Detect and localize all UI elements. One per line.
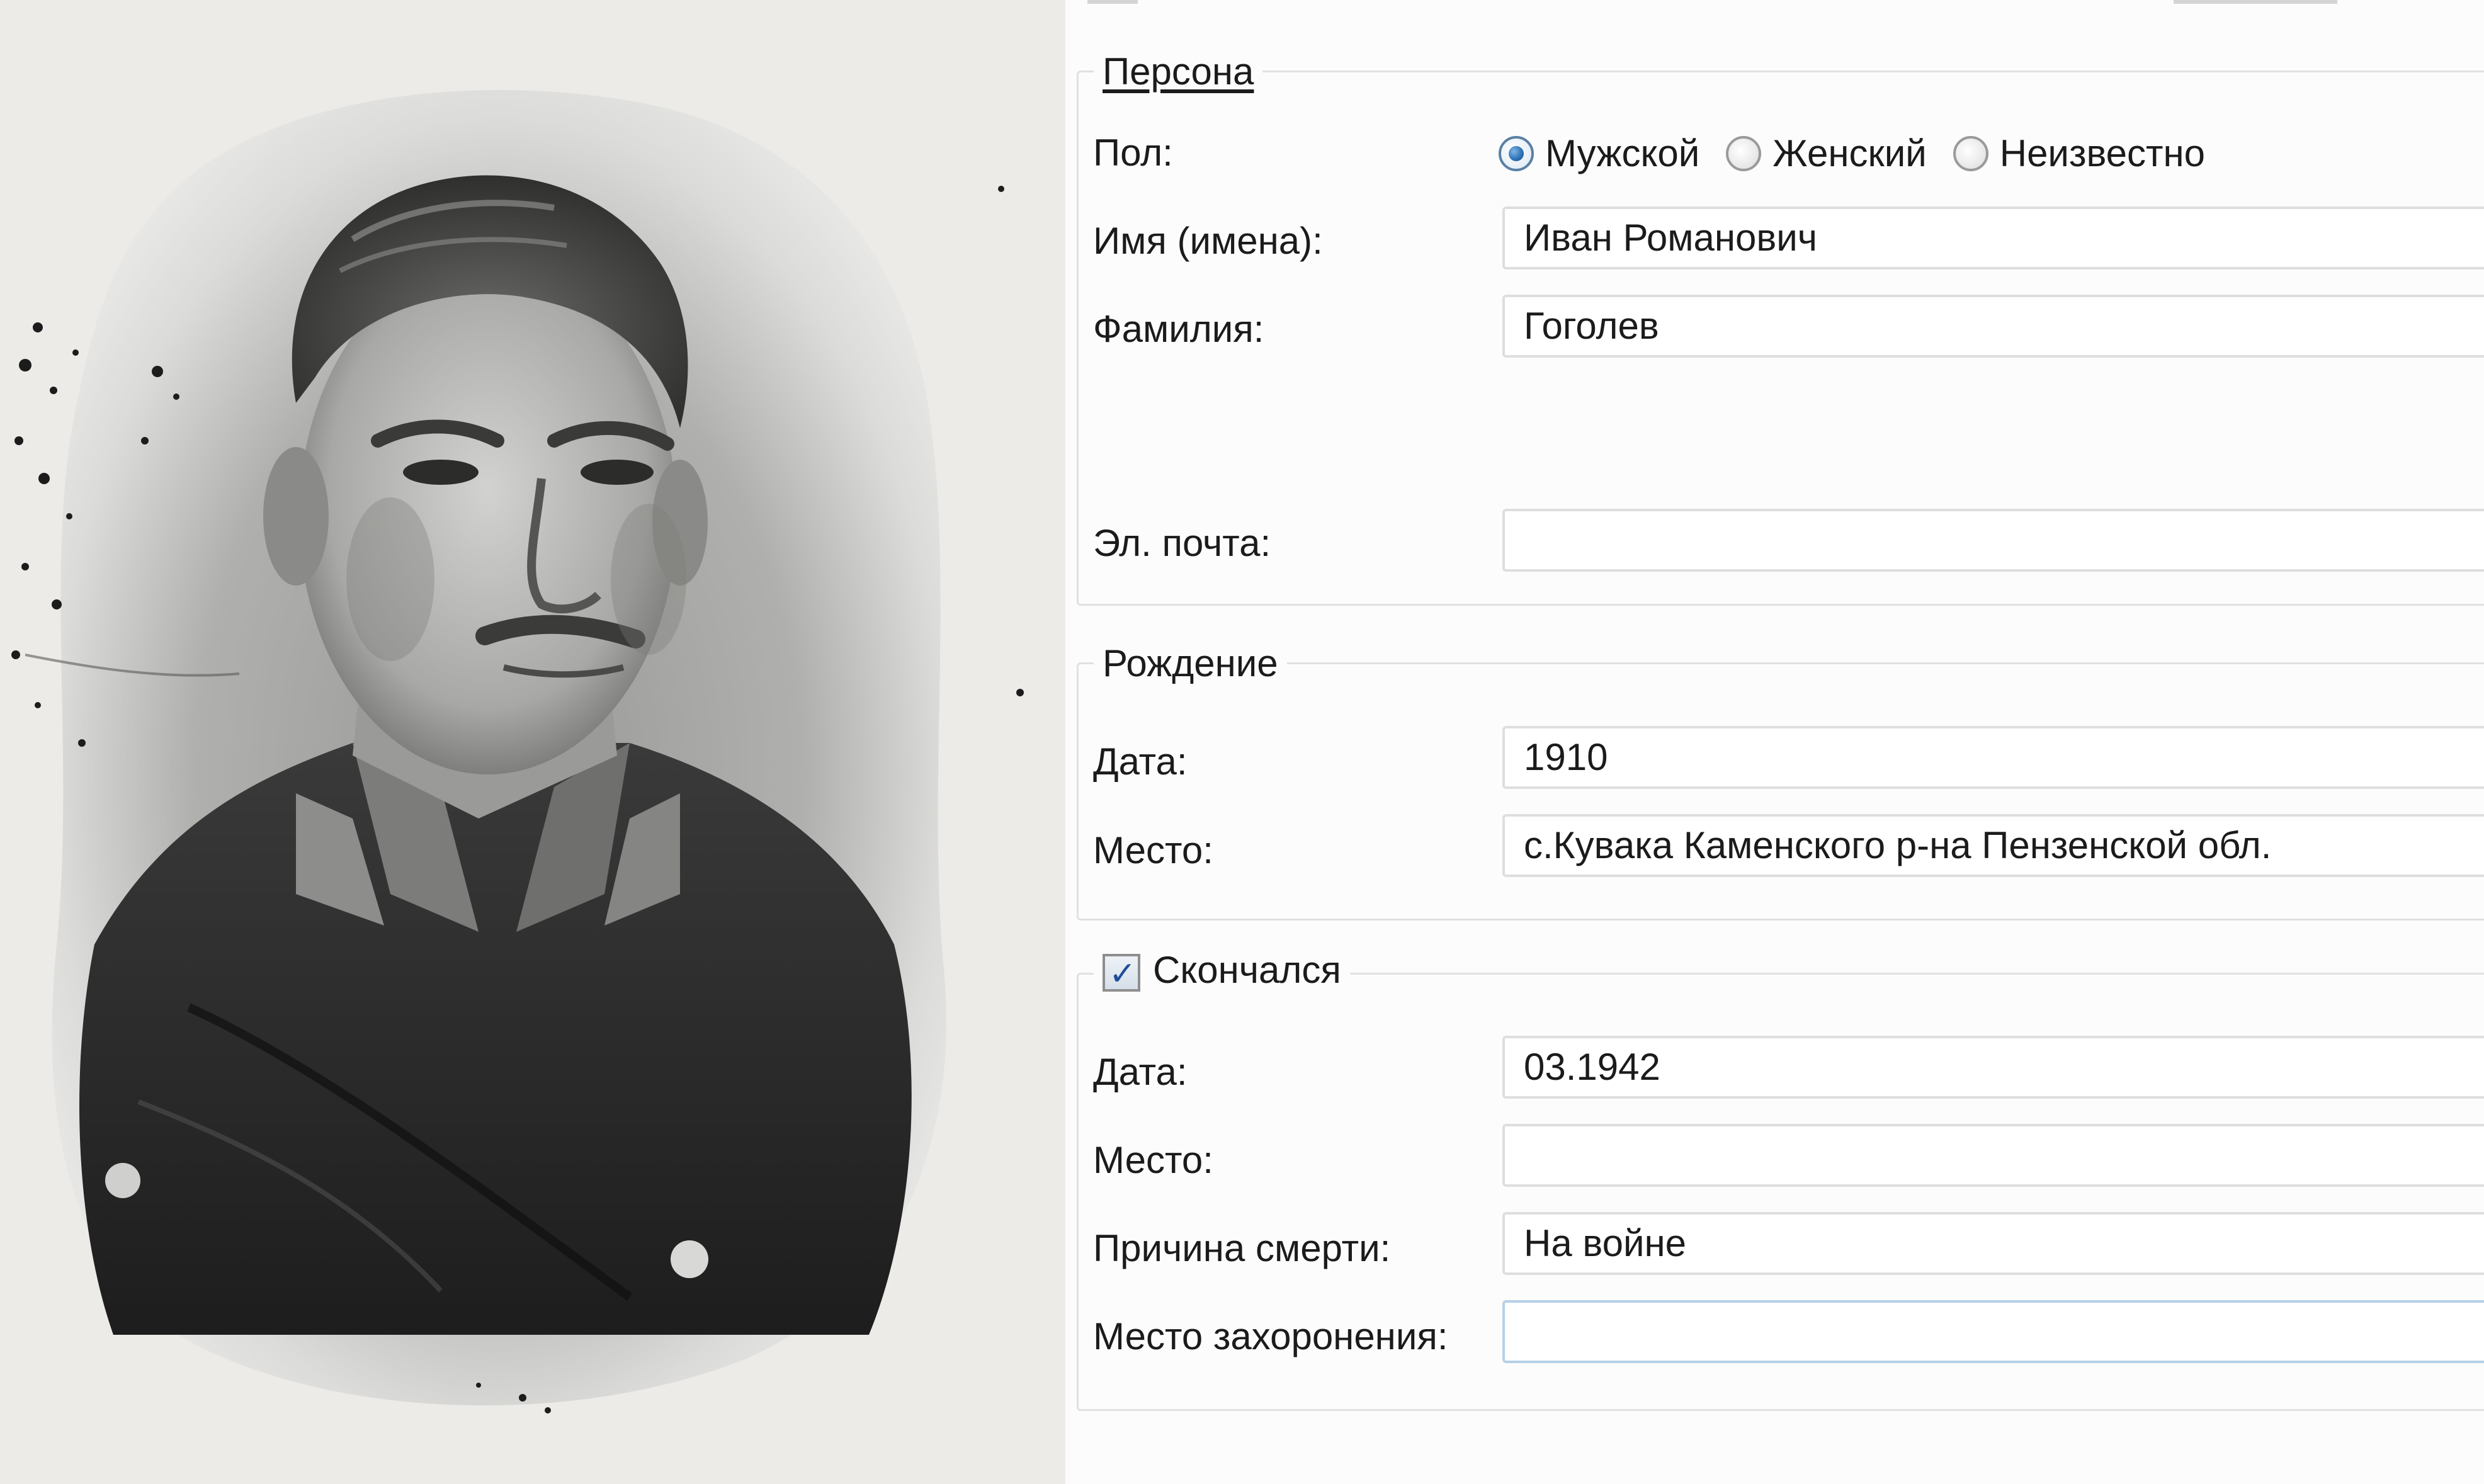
last-name-label: Фамилия: [1093, 308, 1264, 350]
burial-place-label: Место захоронения: [1093, 1315, 1448, 1357]
last-name-field[interactable]: Гоголев [1502, 295, 2484, 358]
deceased-checkbox[interactable]: ✓ [1103, 954, 1140, 992]
birth-date-field[interactable]: 1910 [1502, 726, 2484, 789]
person-group-title: Персона [1094, 51, 1263, 93]
gender-female-label: Женский [1772, 132, 1927, 174]
death-cause-label: Причина смерти: [1093, 1227, 1391, 1269]
death-group-title: ✓ Скончался [1094, 949, 1350, 992]
gender-female-radio[interactable]: Женский [1726, 132, 1927, 176]
death-place-field[interactable] [1502, 1124, 2484, 1187]
burial-place-field[interactable] [1502, 1300, 2484, 1363]
checkmark-icon: ✓ [1109, 955, 1137, 994]
birth-group-title: Рождение [1094, 643, 1287, 684]
email-label: Эл. почта: [1093, 522, 1271, 564]
top-button-edge [2174, 0, 2337, 4]
gender-label: Пол: [1093, 132, 1173, 174]
birth-date-label: Дата: [1093, 740, 1188, 783]
deceased-checkbox-label: Скончался [1153, 949, 1341, 991]
gender-male-label: Мужской [1545, 132, 1700, 174]
birth-place-label: Место: [1093, 829, 1213, 871]
gender-unknown-radio[interactable]: Неизвестно [1953, 132, 2205, 176]
death-place-label: Место: [1093, 1139, 1213, 1181]
email-field[interactable] [1502, 509, 2484, 572]
first-name-field[interactable]: Иван Романович [1502, 207, 2484, 269]
gender-radio-group: Мужской Женский Неизвестно [1499, 128, 2232, 179]
top-tab-edge [1087, 0, 1138, 4]
birth-place-field[interactable]: с.Кувака Каменского р-на Пензенской обл. [1502, 814, 2484, 877]
portrait-photo [0, 0, 1065, 1484]
birth-group: Рождение [1077, 643, 2484, 920]
death-cause-field[interactable]: На войне [1502, 1212, 2484, 1275]
gender-male-radio[interactable]: Мужской [1499, 132, 1699, 176]
radio-unselected-icon [1953, 136, 1988, 171]
first-name-label: Имя (имена): [1093, 220, 1323, 262]
person-form: Персона Пол: Мужской Женский Неизвестно … [1065, 0, 2484, 1484]
death-date-label: Дата: [1093, 1051, 1188, 1093]
radio-unselected-icon [1726, 136, 1762, 171]
death-date-field[interactable]: 03.1942 [1502, 1036, 2484, 1099]
radio-selected-icon [1499, 136, 1534, 171]
gender-unknown-label: Неизвестно [1999, 132, 2206, 174]
